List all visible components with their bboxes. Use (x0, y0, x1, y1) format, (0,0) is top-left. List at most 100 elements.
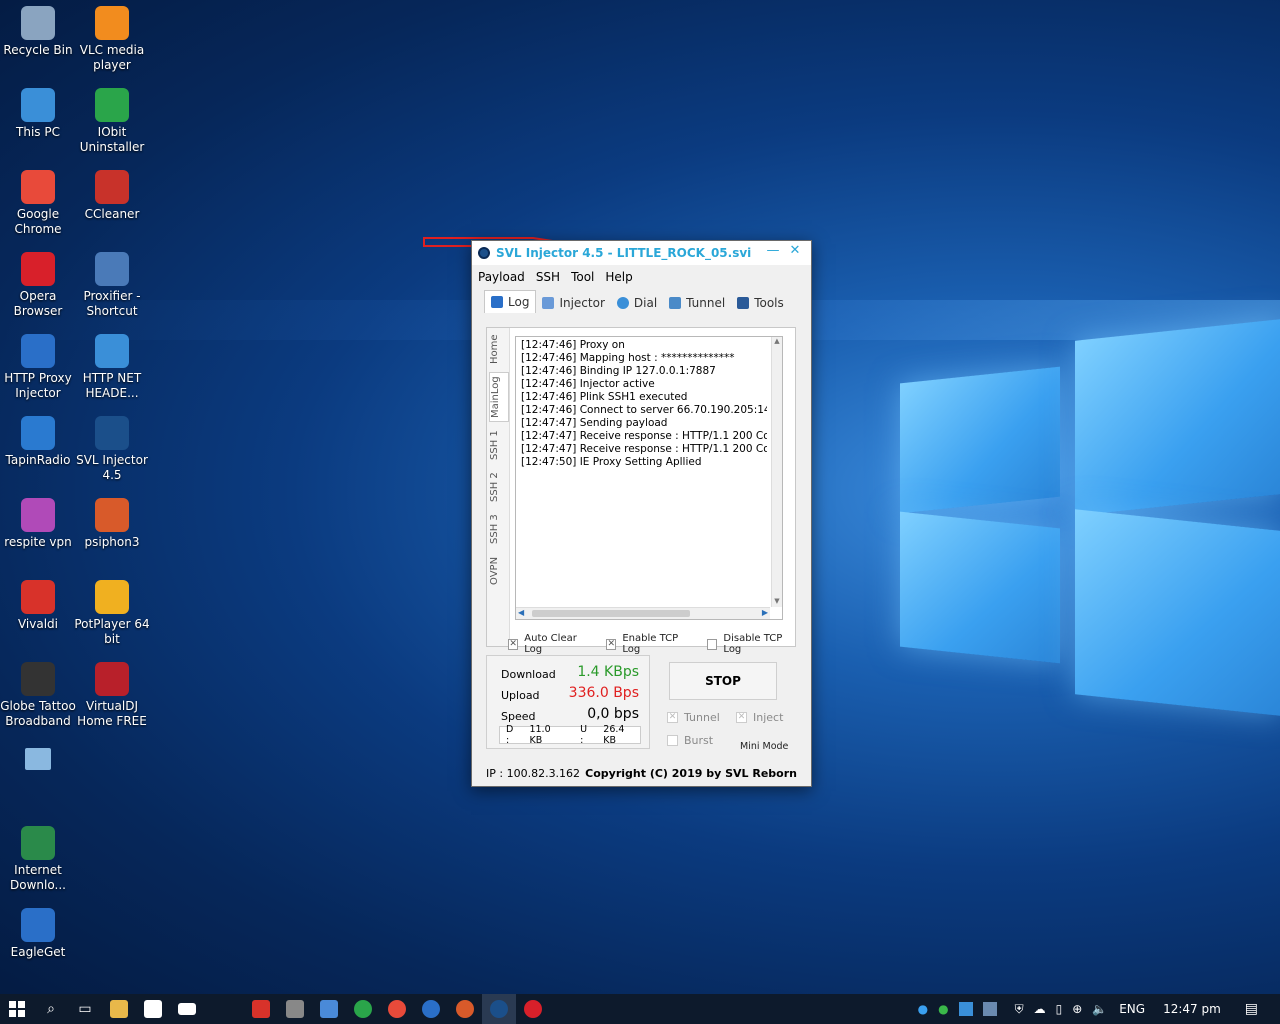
mini-mode-button[interactable]: Mini Mode (740, 741, 788, 752)
desktop-icon-unlabeled[interactable] (0, 748, 76, 773)
scroll-left-icon[interactable]: ◀ (518, 608, 524, 617)
auto-clear-log-checkbox[interactable]: ✕ Auto Clear Log (508, 633, 592, 655)
taskbar-iobit[interactable] (346, 994, 380, 1024)
wallpaper-logo-pane (900, 366, 1060, 514)
menu-help[interactable]: Help (605, 270, 632, 284)
tab-injector[interactable]: Injector (536, 293, 610, 313)
scroll-thumb[interactable] (532, 610, 690, 617)
side-tab-home[interactable]: Home (489, 332, 507, 366)
menu-ssh[interactable]: SSH (536, 270, 560, 284)
app-tray-icon[interactable] (958, 1002, 973, 1016)
desktop-icon[interactable]: VirtualDJ Home FREE (74, 662, 150, 729)
horizontal-scrollbar[interactable]: ◀ ▶ (516, 607, 770, 619)
tunnel-checkbox[interactable]: ✕ Tunnel (667, 711, 720, 724)
desktop-icon[interactable]: Globe Tattoo Broadband (0, 662, 76, 729)
disable-tcp-log-checkbox[interactable]: Disable TCP Log (707, 633, 797, 655)
desktop-icon[interactable]: HTTP NET HEADE... (74, 334, 150, 401)
scroll-up-icon[interactable]: ▲ (773, 337, 781, 347)
menu-payload[interactable]: Payload (478, 270, 525, 284)
desktop-icon[interactable]: IObit Uninstaller (74, 88, 150, 155)
scroll-down-icon[interactable]: ▼ (773, 597, 781, 607)
desktop-icon[interactable]: HTTP Proxy Injector (0, 334, 76, 401)
app-icon (21, 6, 55, 40)
desktop-icon[interactable]: Vivaldi (0, 580, 76, 632)
input-language[interactable]: ENG (1119, 1002, 1145, 1016)
action-center-icon[interactable]: ▤ (1245, 1001, 1258, 1017)
taskbar-vivaldi[interactable] (244, 994, 278, 1024)
taskbar-mail[interactable] (170, 994, 204, 1024)
desktop-icon[interactable]: Recycle Bin (0, 6, 76, 58)
app-tray-icon[interactable] (982, 1002, 997, 1016)
log-lines: [12:47:46] Proxy on [12:47:46] Mapping ho… (521, 339, 767, 605)
taskbar-opera[interactable] (516, 994, 550, 1024)
desktop-icon-label: VirtualDJ Home FREE (77, 699, 147, 728)
clock[interactable]: 12:47 pm (1163, 1002, 1221, 1016)
desktop-icon-label: respite vpn (4, 535, 72, 549)
menu-bar: Payload SSH Tool Help (472, 265, 811, 289)
usb-icon[interactable]: ▯ (1056, 1002, 1063, 1016)
tab-dial[interactable]: Dial (611, 293, 663, 313)
upload-label: Upload (501, 689, 540, 702)
tab-tunnel[interactable]: Tunnel (663, 293, 731, 313)
taskbar-file-explorer[interactable] (102, 994, 136, 1024)
title-bar[interactable]: SVL Injector 4.5 - LITTLE_ROCK_05.svi — … (472, 241, 811, 265)
syringe-icon (542, 297, 555, 309)
desktop-icon[interactable]: CCleaner (74, 170, 150, 222)
desktop-icon-label: Globe Tattoo Broadband (0, 699, 76, 728)
log-textbox[interactable]: [12:47:46] Proxy on [12:47:46] Mapping ho… (515, 336, 783, 620)
desktop-icon[interactable]: This PC (0, 88, 76, 140)
taskbar-psiphon[interactable] (448, 994, 482, 1024)
tab-log[interactable]: Log (484, 290, 537, 313)
close-button[interactable]: ✕ (784, 243, 806, 258)
desktop-icon[interactable]: TapinRadio (0, 416, 76, 468)
globe-icon[interactable]: ● (938, 1002, 948, 1016)
stop-button[interactable]: STOP (669, 662, 777, 700)
cloud-icon[interactable]: ☁ (1034, 1002, 1046, 1016)
desktop-icon-label: SVL Injector 4.5 (76, 453, 148, 482)
taskbar-chrome[interactable] (380, 994, 414, 1024)
log-line: [12:47:46] Plink SSH1 executed (521, 391, 688, 403)
windows-defender-icon[interactable]: ⛨ (1015, 1002, 1024, 1017)
desktop-icon[interactable]: Google Chrome (0, 170, 76, 237)
side-tab-ssh3[interactable]: SSH 3 (489, 512, 507, 546)
vertical-scrollbar[interactable]: ▲ ▼ (771, 337, 782, 607)
taskbar-http-injector[interactable] (414, 994, 448, 1024)
internet-icon[interactable]: ⊕ (1072, 1002, 1082, 1016)
task-view-button[interactable]: ▭ (68, 994, 102, 1024)
tab-tools[interactable]: Tools (731, 293, 790, 313)
checkbox-label: Auto Clear Log (524, 633, 577, 655)
side-tab-ssh1[interactable]: SSH 1 (489, 428, 507, 462)
menu-tool[interactable]: Tool (571, 270, 594, 284)
search-icon: ⌕ (47, 1001, 55, 1017)
desktop-icon[interactable]: VLC media player (74, 6, 150, 73)
side-tab-mainlog[interactable]: MainLog (489, 372, 509, 422)
desktop-icon-label: psiphon3 (84, 535, 140, 549)
taskbar-virtualdj[interactable] (278, 994, 312, 1024)
minimize-button[interactable]: — (762, 243, 784, 258)
desktop-icon[interactable]: respite vpn (0, 498, 76, 550)
burst-checkbox[interactable]: Burst (667, 734, 713, 747)
desktop-icon[interactable]: PotPlayer 64 bit (74, 580, 150, 647)
network-activity-icon[interactable]: ● (918, 1002, 928, 1016)
desktop-icon[interactable]: Internet Downlo... (0, 826, 76, 893)
taskbar-store[interactable] (136, 994, 170, 1024)
checkbox-checked-icon: ✕ (508, 638, 519, 650)
copyright-text: Copyright (C) 2019 by SVL Reborn (585, 766, 797, 780)
desktop-icon[interactable]: Opera Browser (0, 252, 76, 319)
desktop-icon[interactable]: SVL Injector 4.5 (74, 416, 150, 483)
start-button[interactable] (0, 994, 34, 1024)
volume-icon[interactable]: 🔈 (1092, 1002, 1107, 1016)
search-button[interactable]: ⌕ (34, 994, 68, 1024)
taskbar-svl-injector[interactable] (482, 994, 516, 1024)
scroll-right-icon[interactable]: ▶ (762, 608, 768, 617)
desktop-icon[interactable]: psiphon3 (74, 498, 150, 550)
psiphon-icon (456, 1000, 474, 1018)
taskbar-notepad[interactable] (312, 994, 346, 1024)
enable-tcp-log-checkbox[interactable]: ✕ Enable TCP Log (606, 633, 693, 655)
side-tab-ssh2[interactable]: SSH 2 (489, 470, 507, 504)
speed-value: 0,0 bps (587, 706, 639, 722)
desktop-icon[interactable]: EagleGet (0, 908, 76, 960)
side-tab-ovpn[interactable]: OVPN (489, 554, 507, 588)
inject-checkbox[interactable]: ✕ Inject (736, 711, 783, 724)
desktop-icon[interactable]: Proxifier - Shortcut (74, 252, 150, 319)
